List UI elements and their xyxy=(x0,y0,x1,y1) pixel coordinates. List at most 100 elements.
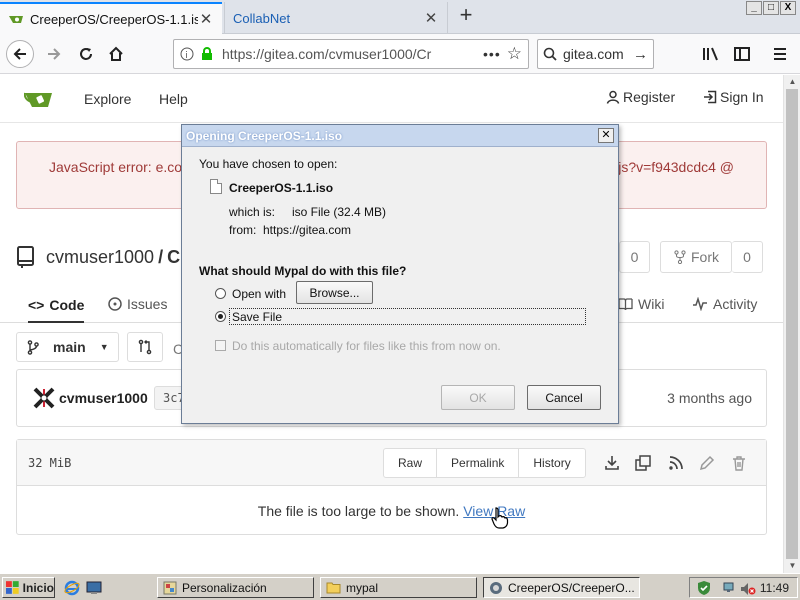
copy-icon[interactable] xyxy=(634,454,652,472)
back-button[interactable] xyxy=(6,40,34,68)
tab-wiki[interactable]: Wiki xyxy=(618,289,664,319)
history-button[interactable]: History xyxy=(519,449,584,477)
forward-arrow-icon xyxy=(48,48,61,60)
hand-cursor-icon xyxy=(491,507,509,529)
sign-in-icon xyxy=(704,90,717,104)
window-controls: _ □ X xyxy=(746,1,796,15)
download-dialog: Opening CreeperOS-1.1.iso ✕ You have cho… xyxy=(181,124,619,424)
open-with-label[interactable]: Open with xyxy=(232,287,286,301)
scroll-down-icon[interactable]: ▼ xyxy=(784,559,800,573)
fork-button[interactable]: Fork xyxy=(660,241,732,273)
ok-button[interactable]: OK xyxy=(441,385,515,410)
scroll-thumb[interactable] xyxy=(786,89,798,559)
rss-icon[interactable] xyxy=(667,454,685,472)
avatar[interactable] xyxy=(33,387,55,409)
home-button[interactable] xyxy=(102,40,130,68)
go-arrow-icon[interactable]: → xyxy=(633,46,648,63)
tab-code[interactable]: <> Code xyxy=(28,289,85,323)
taskbar-item-creeperos[interactable]: CreeperOS/CreeperO... xyxy=(483,577,640,598)
tab-creeperos[interactable]: CreeperOS/CreeperOS-1.1.iso a ✕ xyxy=(0,2,222,34)
info-icon: i xyxy=(180,47,194,61)
browser-tab-bar: CreeperOS/CreeperOS-1.1.iso a ✕ CollabNe… xyxy=(0,0,800,34)
branch-dropdown[interactable]: main ▼ xyxy=(16,332,119,362)
taskbar-item-personalizacion[interactable]: Personalización xyxy=(157,577,314,598)
book-icon xyxy=(618,298,633,311)
fork-label: Fork xyxy=(691,249,719,265)
cancel-button[interactable]: Cancel xyxy=(527,385,601,410)
pulse-icon xyxy=(693,297,707,311)
tab-issues[interactable]: Issues xyxy=(108,289,167,319)
download-icon[interactable] xyxy=(603,454,621,472)
from-label: from: xyxy=(229,223,257,237)
register-link[interactable]: Register xyxy=(606,89,675,105)
system-tray: 11:49 xyxy=(689,577,798,598)
page-actions-icon[interactable]: ••• xyxy=(483,46,501,62)
permalink-button[interactable]: Permalink xyxy=(437,449,520,477)
commit-author[interactable]: cvmuser1000 xyxy=(59,390,148,406)
new-tab-icon[interactable]: + xyxy=(456,4,476,26)
url-bar[interactable]: i https://gitea.com/cvmuser1000/Cr ••• ☆ xyxy=(173,39,529,69)
edit-pencil-icon[interactable] xyxy=(698,454,716,472)
file-button-group: Raw Permalink History xyxy=(383,448,586,478)
search-bar[interactable]: gitea.com → xyxy=(537,39,654,69)
close-tab-icon[interactable]: ✕ xyxy=(423,10,439,27)
window-close-button[interactable]: X xyxy=(780,1,796,15)
open-with-radio[interactable] xyxy=(215,288,226,299)
tab-activity-label: Activity xyxy=(713,296,758,312)
network-icon[interactable] xyxy=(722,580,738,596)
compare-button[interactable] xyxy=(127,332,163,362)
sidebar-icon[interactable] xyxy=(728,40,756,68)
dialog-titlebar[interactable]: Opening CreeperOS-1.1.iso ✕ xyxy=(182,125,618,147)
repo-name-link[interactable]: C xyxy=(167,247,180,268)
tab-label: CollabNet xyxy=(233,10,291,26)
bookmark-star-icon[interactable]: ☆ xyxy=(507,44,522,64)
tab-collabnet[interactable]: CollabNet ✕ xyxy=(224,2,448,34)
maximize-button[interactable]: □ xyxy=(763,1,779,15)
search-icon xyxy=(543,47,557,61)
error-text-right: .js?v=f943dcdc4 @ xyxy=(614,159,734,175)
fork-icon xyxy=(674,250,686,264)
volume-muted-icon[interactable] xyxy=(740,582,756,596)
save-file-label[interactable]: Save File xyxy=(232,310,282,324)
error-text-left: JavaScript error: e.con xyxy=(49,159,190,175)
browse-button[interactable]: Browse... xyxy=(296,281,373,304)
auto-checkbox-label[interactable]: Do this automatically for files like thi… xyxy=(232,339,501,353)
forward-button[interactable] xyxy=(40,40,68,68)
internet-explorer-icon[interactable] xyxy=(64,580,80,596)
taskbar-item-mypal[interactable]: mypal xyxy=(320,577,477,598)
library-icon[interactable] xyxy=(697,40,725,68)
shield-icon[interactable] xyxy=(696,580,712,596)
auto-checkbox[interactable] xyxy=(215,340,226,351)
folder-icon xyxy=(326,582,341,594)
start-button[interactable]: Inicio xyxy=(2,577,55,598)
reload-icon xyxy=(80,48,92,60)
code-icon: <> xyxy=(28,297,45,313)
search-input[interactable]: gitea.com xyxy=(563,46,633,62)
sign-in-link[interactable]: Sign In xyxy=(703,89,764,105)
which-is-label: which is: xyxy=(229,205,276,219)
file-icon xyxy=(210,179,222,194)
nav-help[interactable]: Help xyxy=(159,91,188,107)
tab-activity[interactable]: Activity xyxy=(692,289,757,319)
nav-explore[interactable]: Explore xyxy=(84,91,131,107)
scroll-up-icon[interactable]: ▲ xyxy=(784,75,800,89)
user-icon xyxy=(606,90,620,104)
save-file-radio[interactable] xyxy=(215,311,226,322)
minimize-button[interactable]: _ xyxy=(746,1,762,15)
file-too-large-message: The file is too large to be shown. View … xyxy=(17,503,766,519)
menu-icon[interactable] xyxy=(766,40,794,68)
file-header: 32 MiB Raw Permalink History xyxy=(17,440,766,486)
fork-count[interactable]: 0 xyxy=(732,241,763,273)
close-tab-icon[interactable]: ✕ xyxy=(198,11,214,28)
show-desktop-icon[interactable] xyxy=(86,580,102,596)
star-count[interactable]: 0 xyxy=(619,241,650,273)
reload-button[interactable] xyxy=(72,40,100,68)
raw-button[interactable]: Raw xyxy=(384,449,438,477)
gitea-logo-icon[interactable] xyxy=(24,87,54,111)
page-scrollbar[interactable]: ▲ ▼ xyxy=(783,75,800,573)
home-icon xyxy=(109,46,123,61)
repo-owner-link[interactable]: cvmuser1000 xyxy=(46,247,154,268)
lock-icon xyxy=(202,47,212,60)
dialog-close-button[interactable]: ✕ xyxy=(598,128,614,143)
trash-icon[interactable] xyxy=(730,454,748,472)
